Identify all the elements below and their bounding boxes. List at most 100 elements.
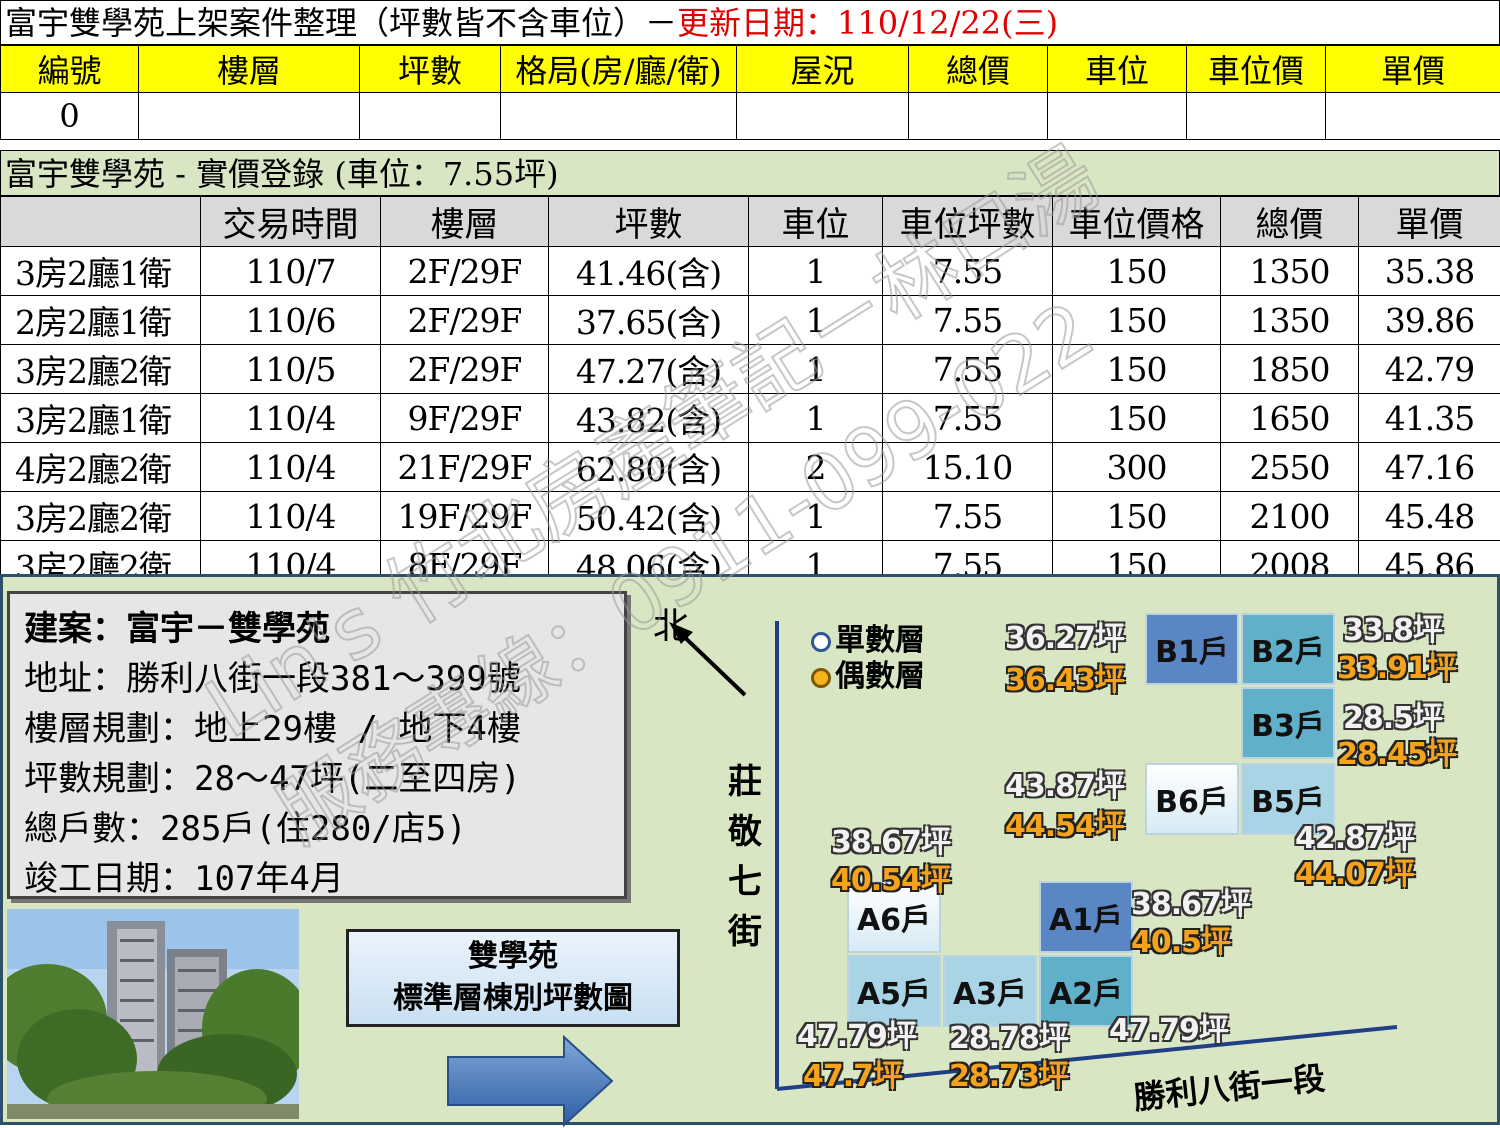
size-a6-even: 40.54坪 <box>831 855 950 899</box>
table-cell: 2 <box>749 443 883 492</box>
table-row: 3房2廳2衛110/52F/29F47.27(含)17.55150185042.… <box>1 345 1500 394</box>
col-parking: 車位 <box>1048 46 1187 93</box>
table-cell-layout: 3房2廳1衛 <box>1 247 201 296</box>
table-cell: 0 <box>1 93 139 140</box>
size-a5-odd: 47.79坪 <box>797 1011 916 1055</box>
legend-even-label: 偶數層 <box>835 659 925 694</box>
table-cell: 300 <box>1053 443 1221 492</box>
size-b5-even: 44.07坪 <box>1295 849 1414 893</box>
table-cell: 110/4 <box>201 443 381 492</box>
transactions-title: 富宇雙學苑 - 實價登錄 (車位：7.55坪) <box>0 150 1500 196</box>
table-cell: 45.48 <box>1359 492 1500 541</box>
table-cell: 7.55 <box>883 492 1053 541</box>
north-label: 北 <box>653 597 689 649</box>
unit-b2: B2戶 <box>1241 613 1335 685</box>
col-parking-size: 車位坪數 <box>883 197 1053 247</box>
table-cell <box>1326 93 1500 140</box>
table-cell <box>909 93 1048 140</box>
table-cell-layout: 4房2廳2衛 <box>1 443 201 492</box>
table-cell: 2F/29F <box>381 247 549 296</box>
table-cell: 1 <box>749 394 883 443</box>
col-layout: 格局(房/廳/衛) <box>501 46 737 93</box>
transactions-header-row: 交易時間 樓層 坪數 車位 車位坪數 車位價格 總價 單價 <box>1 197 1500 247</box>
table-cell: 2F/29F <box>381 345 549 394</box>
unit-b3: B3戶 <box>1241 687 1335 759</box>
table-cell: 41.46(含) <box>549 247 749 296</box>
table-cell: 150 <box>1053 492 1221 541</box>
size-a1-even: 40.5坪 <box>1131 917 1230 961</box>
table-cell <box>1048 93 1187 140</box>
size-b6-even: 44.54坪 <box>1005 801 1124 845</box>
odd-floor-dot-icon <box>811 632 831 652</box>
table-row: 3房2廳2衛110/419F/29F50.42(含)17.55150210045… <box>1 492 1500 541</box>
table-cell: 15.10 <box>883 443 1053 492</box>
unit-b6: B6戶 <box>1145 763 1239 835</box>
col-unit-price: 單價 <box>1359 197 1500 247</box>
col-unit-price: 單價 <box>1326 46 1500 93</box>
table-cell: 39.86 <box>1359 296 1500 345</box>
table-cell-layout: 2房2廳1衛 <box>1 296 201 345</box>
table-cell: 19F/29F <box>381 492 549 541</box>
title-main: 富宇雙學苑上架案件整理（坪數皆不含車位）－ <box>5 4 677 42</box>
size-b3-even: 28.45坪 <box>1337 729 1456 773</box>
table-cell: 7.55 <box>883 394 1053 443</box>
table-cell: 35.38 <box>1359 247 1500 296</box>
table-row: 2房2廳1衛110/62F/29F37.65(含)17.55150135039.… <box>1 296 1500 345</box>
table-cell: 7.55 <box>883 345 1053 394</box>
unit-a1: A1戶 <box>1039 881 1133 953</box>
col-size: 坪數 <box>360 46 501 93</box>
listing-header-title: 富宇雙學苑上架案件整理（坪數皆不含車位）－更新日期：110/12/22(三) <box>0 0 1500 45</box>
table-cell: 1350 <box>1221 247 1359 296</box>
size-a2-odd: 47.79坪 <box>1109 1005 1228 1049</box>
table-cell: 1 <box>749 492 883 541</box>
table-cell: 1 <box>749 345 883 394</box>
table-cell: 1 <box>749 247 883 296</box>
table-cell: 47.16 <box>1359 443 1500 492</box>
table-cell: 1650 <box>1221 394 1359 443</box>
table-cell <box>737 93 909 140</box>
size-b6-odd: 43.87坪 <box>1005 761 1124 805</box>
table-cell-layout: 3房2廳2衛 <box>1 492 201 541</box>
street-char: 街 <box>725 907 765 957</box>
table-cell <box>501 93 737 140</box>
table-cell: 1 <box>749 296 883 345</box>
table-cell: 110/4 <box>201 394 381 443</box>
size-a3-even: 28.73坪 <box>949 1051 1068 1095</box>
table-cell: 42.79 <box>1359 345 1500 394</box>
table-row: 4房2廳2衛110/421F/29F62.80(含)215.1030025504… <box>1 443 1500 492</box>
table-row: 3房2廳1衛110/72F/29F41.46(含)17.55150135035.… <box>1 247 1500 296</box>
col-floor: 樓層 <box>381 197 549 247</box>
table-cell: 1850 <box>1221 345 1359 394</box>
transactions-table: 交易時間 樓層 坪數 車位 車位坪數 車位價格 總價 單價 3房2廳1衛110/… <box>0 196 1500 590</box>
table-cell: 9F/29F <box>381 394 549 443</box>
street-char: 莊 <box>725 757 765 807</box>
table-cell: 150 <box>1053 296 1221 345</box>
project-panel: 建案：富宇－雙學苑 地址：勝利八街一段381～399號 樓層規劃：地上29樓 /… <box>0 574 1500 1125</box>
street-zhuangjing: 莊 敬 七 街 <box>725 757 765 957</box>
table-cell: 110/7 <box>201 247 381 296</box>
size-b2-even: 33.91坪 <box>1337 643 1456 687</box>
col-total-price: 總價 <box>1221 197 1359 247</box>
table-cell: 7.55 <box>883 296 1053 345</box>
col-total-price: 總價 <box>909 46 1048 93</box>
table-cell: 150 <box>1053 394 1221 443</box>
col-trade-date: 交易時間 <box>201 197 381 247</box>
table-cell: 21F/29F <box>381 443 549 492</box>
unit-b1: B1戶 <box>1145 613 1239 685</box>
table-cell: 2F/29F <box>381 296 549 345</box>
size-b1-odd: 36.27坪 <box>1005 613 1124 657</box>
table-cell-layout: 3房2廳1衛 <box>1 394 201 443</box>
table-cell: 43.82(含) <box>549 394 749 443</box>
table-cell: 41.35 <box>1359 394 1500 443</box>
street-char: 七 <box>725 857 765 907</box>
table-cell: 2100 <box>1221 492 1359 541</box>
table-cell: 37.65(含) <box>549 296 749 345</box>
table-cell: 110/6 <box>201 296 381 345</box>
table-cell: 150 <box>1053 345 1221 394</box>
table-cell <box>360 93 501 140</box>
size-a5-even: 47.7坪 <box>803 1051 902 1095</box>
table-cell <box>139 93 360 140</box>
table-row: 3房2廳1衛110/49F/29F43.82(含)17.55150165041.… <box>1 394 1500 443</box>
transactions-body: 3房2廳1衛110/72F/29F41.46(含)17.55150135035.… <box>1 247 1500 590</box>
table-cell: 50.42(含) <box>549 492 749 541</box>
